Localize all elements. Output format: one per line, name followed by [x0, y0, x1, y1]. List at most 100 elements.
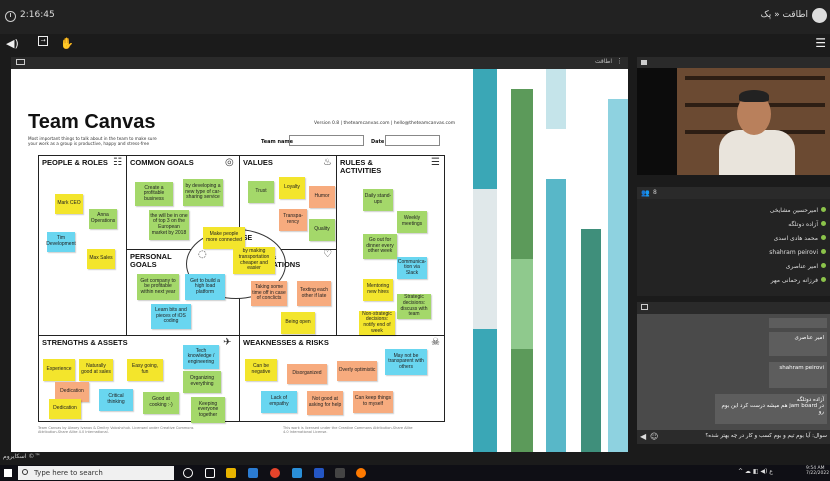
send-icon[interactable]: ◀	[640, 432, 646, 441]
note-dedication-2[interactable]: Dedication	[49, 399, 81, 419]
toolbar	[0, 34, 830, 54]
user-avatar[interactable]	[812, 8, 827, 23]
firefox-icon[interactable]	[356, 468, 366, 478]
note-negative[interactable]: Can be negative	[245, 359, 277, 381]
store-icon[interactable]	[314, 468, 324, 478]
note-tim[interactable]: Tim Development	[46, 232, 76, 252]
chat-panel-header	[637, 302, 830, 314]
note-timeoff[interactable]: Taking some time off in case of conclict…	[251, 281, 287, 306]
hand-raise-icon[interactable]: ✋	[60, 37, 74, 50]
note-nonstrategic[interactable]: Non-strategic decisions: notify end of w…	[359, 311, 395, 335]
tray-clock[interactable]: 9:54 AM 7/22/2022	[806, 466, 829, 476]
target-icon: ◎	[225, 157, 234, 168]
note-naturally[interactable]: Naturally good at sales	[79, 359, 113, 381]
file-explorer-icon[interactable]	[226, 468, 236, 478]
search-icon	[22, 469, 28, 475]
user-row[interactable]: محمد هادی اسدی	[774, 235, 826, 242]
section-strengths-assets: STRENGTHS & ASSETS	[42, 338, 128, 347]
shelf	[685, 76, 825, 80]
note-transport[interactable]: by making transportation cheaper and eas…	[233, 247, 275, 274]
cortana-icon[interactable]	[183, 468, 193, 478]
room-title[interactable]: اطاقت « پک	[761, 10, 808, 20]
exit-icon[interactable]: →	[38, 36, 48, 46]
note-critical[interactable]: Critical thinking	[99, 389, 133, 411]
user-row[interactable]: امیر عناصری	[786, 263, 826, 270]
date-box	[385, 135, 440, 146]
note-connected[interactable]: Make people more connected	[203, 227, 245, 249]
note-transparent[interactable]: May not be transparent with others	[385, 349, 427, 375]
user-row[interactable]: آزاده دوتلگه	[788, 221, 826, 228]
list-icon: ☰	[431, 157, 440, 168]
user-row[interactable]: امیرحسین مشایخی	[770, 207, 826, 214]
note-dinner[interactable]: Go out for dinner every other week	[363, 234, 397, 259]
video-icon	[641, 60, 647, 65]
canvas-footer-right: This work is licensed under the Creative…	[283, 426, 413, 434]
note-tech[interactable]: Tech knowledge / engineering	[183, 345, 219, 369]
plane-icon: ✈	[223, 337, 232, 348]
note-experience[interactable]: Experience	[43, 359, 75, 381]
note-texting[interactable]: Texting each other if late	[297, 281, 331, 306]
note-strategic[interactable]: Strategic decisions: discuss with team	[397, 294, 431, 319]
tray-icons[interactable]: ^ ☁ ◧ ◀) ع	[738, 468, 773, 475]
section-people-roles: PEOPLE & ROLES	[42, 158, 108, 167]
chat-bubble-icon: ◌	[198, 249, 207, 260]
user-row[interactable]: shahram peirovi	[769, 249, 826, 256]
user-status-icon	[821, 235, 826, 240]
note-loyalty[interactable]: Loyalty	[279, 177, 305, 199]
note-platform[interactable]: Get to build a high load platform	[185, 274, 225, 300]
note-help[interactable]: Not good at asking for help	[307, 391, 343, 415]
panel-options-icon[interactable]: ⋮	[616, 57, 623, 65]
note-open[interactable]: Being open	[281, 312, 315, 334]
skype-icon[interactable]	[292, 468, 302, 478]
note-top3[interactable]: the will be in one of top 3 on the Europ…	[149, 210, 189, 240]
note-max[interactable]: Max Sales	[87, 249, 115, 269]
task-view-icon[interactable]	[205, 468, 215, 478]
decor-bar	[581, 229, 601, 452]
chat-message: آزاده دوتلگه در jam board هم میشه درست کر…	[715, 394, 827, 424]
note-easygoing[interactable]: Easy going, fun	[127, 359, 163, 381]
note-slack[interactable]: Communica-tion via Slack	[397, 257, 427, 279]
notes-icon[interactable]	[335, 468, 345, 478]
user-row[interactable]: فرزانه رحمانی مهر	[771, 277, 826, 284]
section-rules-activities: RULES & ACTIVITIES	[340, 158, 382, 175]
note-transparency[interactable]: Transpa-rency	[279, 209, 307, 231]
users-panel-header: 👥 8	[637, 187, 830, 199]
note-mark[interactable]: Mark CEO	[55, 194, 83, 214]
decor-bar	[546, 69, 566, 129]
note-standup[interactable]: Daily stand-ups	[363, 189, 393, 211]
note-mentoring[interactable]: Mentoring new hires	[363, 279, 393, 301]
note-empathy[interactable]: Lack of empathy	[261, 391, 297, 413]
note-ios[interactable]: Learn bits and pieces of iOS coding	[151, 304, 191, 329]
emoji-icon[interactable]: ☺	[650, 432, 658, 441]
windows-start-icon[interactable]	[4, 469, 12, 477]
chat-input[interactable]: ◀ ☺ سوال: آیا بوم تیم و بوم کسب و کار در…	[637, 430, 830, 444]
share-panel-header: اطاقت ⋮	[11, 57, 628, 69]
note-keepthings[interactable]: Can keep things to myself	[353, 391, 393, 413]
note-weekly[interactable]: Weekly meetings	[397, 211, 427, 233]
session-timer: 2:16:45	[20, 10, 55, 20]
taskbar-search[interactable]: Type here to search	[18, 466, 174, 480]
note-cooking[interactable]: Good at cooking :-)	[143, 392, 179, 414]
note-humor[interactable]: Humor	[309, 186, 335, 208]
section-values: VALUES	[243, 158, 273, 167]
note-keeping[interactable]: Keeping everyone together	[191, 397, 225, 423]
note-anna[interactable]: Anna Operations	[89, 209, 117, 229]
decor-bar	[608, 99, 628, 452]
note-carsharing[interactable]: by developing a new type of car-sharing …	[183, 179, 223, 206]
note-optimistic[interactable]: Overly optimistic	[337, 361, 377, 381]
note-trust[interactable]: Trust	[248, 181, 274, 203]
note-disorganized[interactable]: Disorganized	[287, 364, 327, 384]
note-company[interactable]: Get company to be profitable within next…	[137, 274, 179, 300]
taskbar-search-placeholder: Type here to search	[34, 469, 103, 477]
chrome-icon[interactable]	[270, 468, 280, 478]
note-organizing[interactable]: Organizing everything	[183, 371, 221, 393]
menu-icon[interactable]: ☰	[815, 36, 826, 50]
speaker-icon[interactable]: ◀)	[6, 37, 19, 50]
note-profitable[interactable]: Create a profitable business	[135, 182, 173, 206]
grid-line	[38, 335, 445, 336]
outlook-icon[interactable]	[248, 468, 258, 478]
monitor-icon	[16, 59, 25, 65]
note-quality[interactable]: Quality	[309, 219, 335, 241]
app-brand: اسکایروم ©™	[3, 453, 41, 460]
flame-icon: ♨	[323, 157, 332, 168]
